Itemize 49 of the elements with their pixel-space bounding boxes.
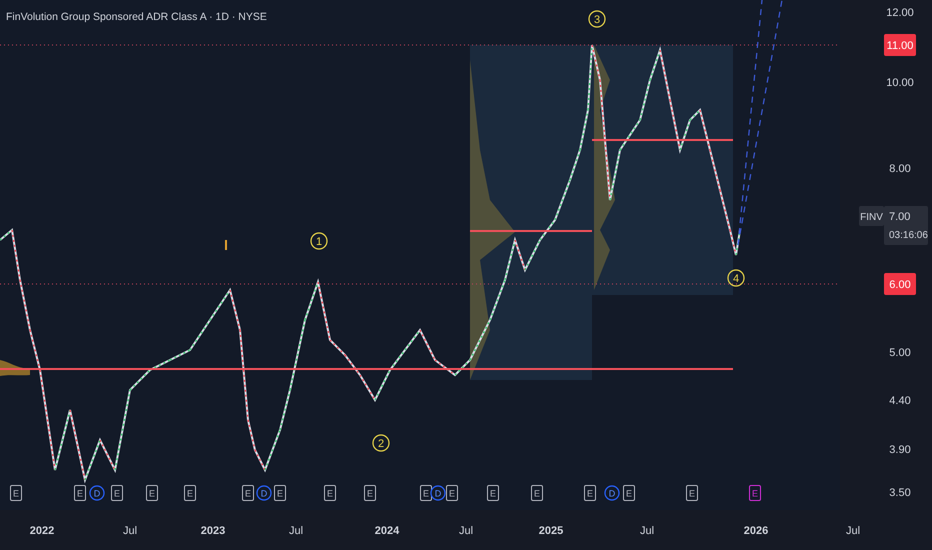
earnings-marker[interactable]: E [184,485,196,501]
axis-label: Jul [288,525,304,537]
symbol-tag: FINV [859,206,884,226]
earnings-marker[interactable]: E [324,485,336,501]
earnings-marker[interactable]: E [242,485,254,501]
axis-label: 2025 [538,525,564,537]
chart-title: FinVolution Group Sponsored ADR Class A · 1D · NYSE [6,11,267,23]
axis-label: 5.00 [889,347,911,359]
wave-label: 2 [372,434,390,452]
earnings-marker[interactable]: E [446,485,458,501]
earnings-marker[interactable]: E [111,485,123,501]
price-alert-tag: 6.00 [884,273,916,295]
axis-label: 3.90 [889,444,911,456]
marker-icon [225,240,227,250]
axis-label: Jul [458,525,474,537]
axis-label: Jul [846,525,860,537]
earnings-marker[interactable]: E [623,485,635,501]
earnings-marker[interactable]: E [146,485,158,501]
wave-label: 1 [310,232,328,250]
dividend-marker[interactable]: D [430,485,446,501]
axis-label: 3.50 [889,487,911,499]
dividend-marker[interactable]: D [256,485,272,501]
axis-label: Jul [640,525,654,537]
earnings-marker[interactable]: E [531,485,543,501]
earnings-marker[interactable]: E [686,485,698,501]
axis-label: Jul [122,525,138,537]
axis-label: 2023 [200,525,226,537]
earnings-marker[interactable]: E [749,485,761,501]
axis-label: 10.00 [886,77,914,89]
earnings-marker[interactable]: E [584,485,596,501]
earnings-marker[interactable]: E [274,485,286,501]
dividend-marker[interactable]: D [604,485,620,501]
earnings-marker[interactable]: E [10,485,22,501]
earnings-marker[interactable]: E [364,485,376,501]
axis-label: 8.00 [889,163,911,175]
axis-label: 2026 [744,525,768,537]
axis-label: 2024 [374,525,400,537]
axis-label: 12.00 [886,7,914,19]
volume-histogram [0,360,30,376]
axis-label: 2022 [30,525,54,537]
earnings-marker[interactable]: E [74,485,86,501]
price-alert-tag: 11.00 [884,34,916,56]
dividend-marker[interactable]: D [89,485,105,501]
earnings-marker[interactable]: E [420,485,432,501]
last-price-tag: 7.00 03:16:06 [884,206,928,245]
wave-label: 3 [588,10,606,28]
earnings-marker[interactable]: E [487,485,499,501]
axis-label: 4.40 [889,395,911,407]
wave-label: 4 [727,269,745,287]
